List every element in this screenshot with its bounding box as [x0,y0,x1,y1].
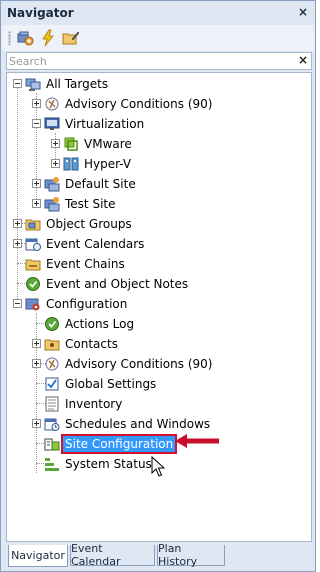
tree-node-virtualization[interactable]: Virtualization [44,114,146,134]
tree-node-contacts[interactable]: Contacts [44,334,120,354]
tree-node-site-configuration[interactable]: Site Configuration [44,434,178,454]
tree-line [17,88,18,303]
lightning-icon[interactable] [39,29,57,47]
expand-toggle[interactable] [32,99,41,108]
panel-titlebar: Navigator × [2,2,314,24]
collapse-toggle[interactable] [13,79,22,88]
global-settings-icon [44,376,60,392]
tab-event-calendar[interactable]: Event Calendar [70,542,155,568]
tree-node-label: All Targets [46,77,109,91]
tree-node-label: Default Site [65,177,136,191]
collapse-toggle[interactable] [13,299,22,308]
tree-node-label: Event and Object Notes [46,277,189,291]
expand-toggle[interactable] [51,159,60,168]
notes-icon [25,276,41,292]
event-chains-icon [25,256,41,272]
tree-node-label: Test Site [65,197,116,211]
collapse-toggle[interactable] [32,119,41,128]
annotation-arrow-icon [175,434,219,448]
toolbar [2,25,314,51]
tree-node-event-calendars[interactable]: Event Calendars [25,234,146,254]
tree-node-schedules-windows[interactable]: Schedules and Windows [44,414,212,434]
tree-node-configuration[interactable]: Configuration [25,294,129,314]
object-groups-icon [25,216,41,232]
configuration-icon [25,296,41,312]
mouse-cursor-icon [151,456,165,477]
site-icon [44,196,60,212]
search-input[interactable] [9,54,291,68]
tree-node-label: System Status [65,457,152,471]
actions-log-icon [44,316,60,332]
inventory-icon [44,396,60,412]
tree-node-label: Inventory [65,397,123,411]
tree-node-label: Hyper-V [84,157,132,171]
tree-node-system-status[interactable]: System Status [44,454,154,474]
tree-node-vmware[interactable]: VMware [63,134,134,154]
expand-toggle[interactable] [32,419,41,428]
expand-toggle[interactable] [13,239,22,248]
expand-toggle[interactable] [32,339,41,348]
tree-node-label: Contacts [65,337,118,351]
advisory-icon [44,356,60,372]
tree-node-label: Advisory Conditions (90) [65,357,213,371]
site-icon [44,176,60,192]
vmware-icon [63,136,79,152]
tree-node-label: Actions Log [65,317,135,331]
tree-node-object-groups[interactable]: Object Groups [25,214,134,234]
expand-toggle[interactable] [13,219,22,228]
tree-node-all-targets[interactable]: All Targets [25,74,110,94]
toolbar-grip[interactable] [8,31,11,45]
tree-node-label: Object Groups [46,217,132,231]
tree-node-advisory-conditions-config[interactable]: Advisory Conditions (90) [44,354,214,374]
tree-node-inventory[interactable]: Inventory [44,394,124,414]
hyperv-icon [63,156,79,172]
tree-node-event-object-notes[interactable]: Event and Object Notes [25,274,190,294]
calendar-icon [25,236,41,252]
tree-node-advisory-conditions[interactable]: Advisory Conditions (90) [44,94,214,114]
panel-title: Navigator [7,6,74,20]
tree-node-label: VMware [84,137,132,151]
tree-node-test-site[interactable]: Test Site [44,194,117,214]
expand-toggle[interactable] [32,199,41,208]
system-status-icon [44,456,60,472]
navigator-panel: Navigator × × [0,0,316,572]
tab-plan-history[interactable]: Plan History [157,542,225,568]
contacts-icon [44,336,60,352]
tree-node-event-chains[interactable]: Event Chains [25,254,127,274]
add-target-icon[interactable] [16,29,34,47]
advisory-icon [44,96,60,112]
expand-toggle[interactable] [51,139,60,148]
close-icon[interactable]: × [298,5,308,19]
tree-node-actions-log[interactable]: Actions Log [44,314,136,334]
expand-toggle[interactable] [32,359,41,368]
bottom-tab-strip: Navigator Event Calendar Plan History [6,542,312,568]
all-targets-icon [25,76,41,92]
tree-node-label: Event Chains [46,257,125,271]
tree-node-label: Configuration [46,297,128,311]
tab-navigator[interactable]: Navigator [8,545,68,567]
schedules-icon [44,416,60,432]
tree-node-hyper-v[interactable]: Hyper-V [63,154,133,174]
tree-node-label: Schedules and Windows [65,417,211,431]
site-configuration-icon [44,436,60,452]
monitor-icon [44,116,60,132]
search-box[interactable]: × [6,52,312,70]
folder-edit-icon[interactable] [62,29,80,47]
tree-node-label: Virtualization [65,117,145,131]
tree-node-global-settings[interactable]: Global Settings [44,374,158,394]
expand-toggle[interactable] [32,179,41,188]
tree-node-label: Advisory Conditions (90) [65,97,213,111]
tree-node-default-site[interactable]: Default Site [44,174,138,194]
clear-search-icon[interactable]: × [298,53,308,67]
tree-node-label: Site Configuration [60,434,178,454]
tree-node-label: Event Calendars [46,237,145,251]
tree-line [36,313,37,473]
tree-node-label: Global Settings [65,377,157,391]
